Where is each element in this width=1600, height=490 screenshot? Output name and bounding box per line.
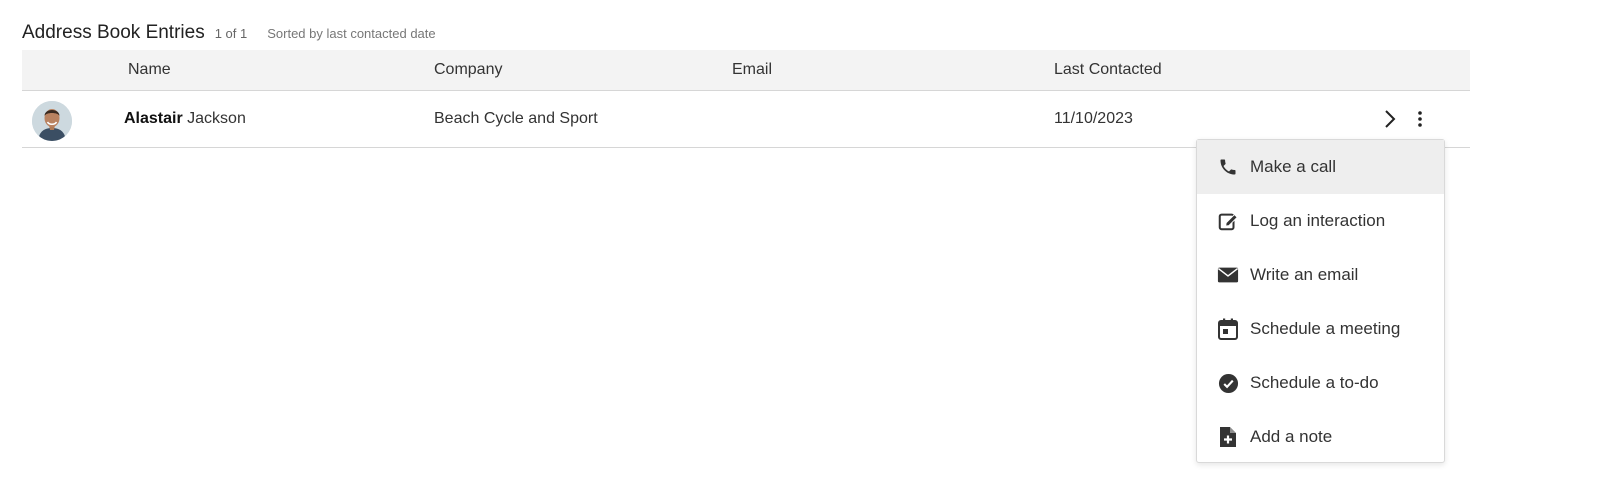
vertical-ellipsis-icon[interactable] [1412,105,1428,133]
menu-item-label: Write an email [1250,265,1359,284]
menu-item-make-call[interactable]: Make a call [1197,140,1444,194]
column-header-email[interactable]: Email [732,61,772,79]
page-title: Address Book Entries [22,22,205,43]
menu-item-log-interaction[interactable]: Log an interaction [1197,194,1444,248]
check-circle-icon [1216,371,1240,395]
edit-icon [1216,209,1240,233]
calendar-icon [1216,317,1240,341]
menu-item-label: Log an interaction [1250,211,1386,230]
menu-item-label: Schedule a to-do [1250,373,1379,392]
sort-description: Sorted by last contacted date [267,26,436,41]
contact-company: Beach Cycle and Sport [434,110,598,127]
avatar [32,101,72,141]
menu-item-write-email[interactable]: Write an email [1197,248,1444,302]
menu-item-add-note[interactable]: Add a note [1197,410,1444,464]
result-count: 1 of 1 [214,26,248,41]
chevron-right-icon[interactable] [1380,105,1400,133]
contact-last-name: Jackson [187,110,246,127]
menu-item-label: Add a note [1250,427,1333,446]
file-plus-icon [1216,425,1240,449]
column-header-name[interactable]: Name [128,61,171,79]
column-header-company[interactable]: Company [434,61,502,79]
page-header: Address Book Entries 1 of 1 Sorted by la… [22,22,436,44]
table-header: Name Company Email Last Contacted [22,50,1470,91]
menu-item-label: Schedule a meeting [1250,319,1401,338]
menu-item-schedule-todo[interactable]: Schedule a to-do [1197,356,1444,410]
contact-first-name: Alastair [124,110,183,127]
envelope-icon [1216,263,1240,287]
menu-item-schedule-meeting[interactable]: Schedule a meeting [1197,302,1444,356]
address-book-table: Name Company Email Last Contacted Alasta… [22,50,1470,148]
contact-last-contacted: 11/10/2023 [1054,110,1133,127]
menu-item-label: Make a call [1250,157,1336,176]
column-header-last-contacted[interactable]: Last Contacted [1054,61,1162,79]
phone-icon [1216,155,1240,179]
contact-name[interactable]: Alastair Jackson [124,110,246,128]
row-action-menu: Make a call Log an interaction Write an … [1196,139,1445,463]
